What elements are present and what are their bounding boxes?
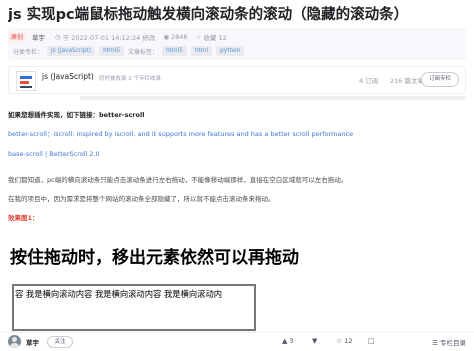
column-card[interactable]: js (JavaScript) 同时被收录 2 个专栏收录 4 订阅 216 篇…: [8, 66, 466, 94]
demo-heading: 按住拖动时，移出元素依然可以再拖动: [10, 248, 299, 268]
star-icon[interactable]: ☆: [196, 33, 202, 41]
article-meta-row: 原创 草宇 ◷ 于 2022-07-01 14:12:24 修改 ◉ 2846 …: [8, 31, 235, 43]
favorite-count[interactable]: 收藏 12: [203, 32, 226, 42]
list-icon: ☰: [432, 339, 438, 347]
paragraph-1: 我们都知道，pc端的横向滚动条只能点击滚动条进行左右拖动，不能像移动端那样，直接…: [8, 176, 348, 184]
intro-text: 如果您想插件实现，如下链接：better-scroll: [8, 111, 145, 119]
like-button[interactable]: ▲ 3: [282, 337, 294, 345]
bottom-toolbar: 草宇 关注 ▲ 3 ▼ ☆ 12 □ ☰ 专栏目录: [0, 333, 474, 351]
paragraph-2: 在我的项目中，因为需求是将整个网站的滚动条全部隐藏了，所以就不能点击滚动条来拖动…: [8, 195, 275, 203]
column-tag[interactable]: html5: [99, 46, 124, 56]
divider: [80, 96, 466, 100]
article-tag[interactable]: python: [216, 46, 245, 56]
eye-icon: ◉: [163, 33, 170, 41]
article-tags-label: 文章标签：: [127, 48, 158, 56]
better-scroll-docs-link[interactable]: base-scroll | BetterScroll 2.0: [8, 149, 100, 159]
column-article-count: 216 篇文章: [390, 77, 424, 85]
bottom-author-name[interactable]: 草宇: [26, 337, 39, 347]
avatar[interactable]: [8, 335, 21, 348]
follow-button[interactable]: 关注: [47, 336, 73, 348]
better-scroll-link[interactable]: better-scroll：iscroll: inspired by iscro…: [8, 129, 353, 139]
star-icon: ☆: [336, 337, 343, 345]
article-title: js 实现pc端鼠标拖动触发横向滚动条的滚动（隐藏的滚动条）: [8, 7, 409, 23]
column-label: 分类专栏：: [13, 48, 44, 56]
thumbs-down-icon: ▼: [312, 337, 318, 345]
column-subtitle: 同时被收录 2 个专栏收录: [99, 76, 161, 82]
effect-label: 效果图1：: [8, 214, 39, 222]
article-tag[interactable]: html: [190, 46, 213, 56]
dislike-button[interactable]: ▼: [312, 337, 319, 345]
horizontal-scroll-demo[interactable]: 容 我是横向滚动内容 我是横向滚动内容 我是横向滚动内: [12, 284, 256, 331]
view-count: 2846: [171, 33, 188, 41]
like-count: 3: [289, 337, 294, 345]
column-directory-label: 专栏目录: [440, 339, 466, 347]
favorite-count-bottom: 12: [344, 337, 353, 345]
author-link[interactable]: 草宇: [32, 32, 45, 42]
original-badge: 原创: [8, 31, 27, 43]
article-tags-row: 分类专栏： js (JavaScript) html5 文章标签： html5 …: [13, 45, 248, 57]
favorite-button[interactable]: ☆ 12: [336, 337, 353, 345]
clock-icon: ◷: [55, 33, 61, 41]
column-name[interactable]: js (JavaScript): [42, 72, 94, 81]
column-thumbnail: [16, 71, 36, 91]
thumbs-up-icon: ▲: [282, 337, 288, 345]
column-subscriptions: 4 订阅: [359, 77, 379, 85]
comment-icon: □: [368, 337, 375, 345]
scroll-content[interactable]: 容 我是横向滚动内容 我是横向滚动内容 我是横向滚动内: [15, 288, 222, 300]
comment-button[interactable]: □: [368, 337, 377, 345]
article-meta-box: 原创 草宇 ◷ 于 2022-07-01 14:12:24 修改 ◉ 2846 …: [8, 28, 466, 60]
column-directory-link[interactable]: ☰ 专栏目录: [432, 337, 466, 347]
publish-date: 于 2022-07-01 14:12:24 修改: [62, 34, 156, 42]
article-tag[interactable]: html5: [162, 46, 187, 56]
column-tag[interactable]: js (JavaScript): [47, 46, 96, 56]
subscribe-column-button[interactable]: 订阅专栏: [421, 72, 459, 87]
